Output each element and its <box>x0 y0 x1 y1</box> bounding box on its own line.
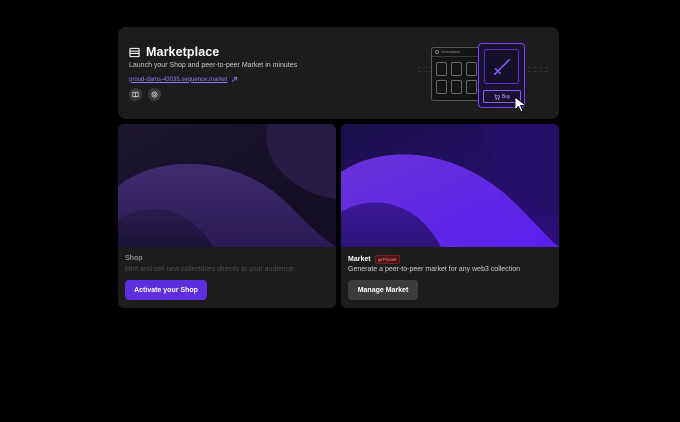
storefront-icon <box>129 47 140 57</box>
activate-shop-button[interactable]: Activate your Shop <box>125 280 207 300</box>
illustration-buy-label: Buy <box>501 93 511 100</box>
page-title: Marketplace <box>146 45 220 59</box>
private-badge: Private <box>374 255 400 264</box>
hero-subtitle: Launch your Shop and peer-to-peer Market… <box>129 62 298 69</box>
shop-card-title: Shop <box>125 255 143 262</box>
sword-icon <box>493 58 510 75</box>
illustration-tile <box>436 62 447 76</box>
hero-action-buttons <box>129 88 161 101</box>
cursor-arrow-icon <box>514 96 528 113</box>
illustration-item-art <box>484 49 519 84</box>
decorative-dash-right <box>528 67 548 72</box>
market-banner-graphic <box>341 124 559 247</box>
illustration-tile <box>436 80 447 94</box>
illustration-tile <box>451 80 462 94</box>
window-dot-icon <box>435 50 439 54</box>
market-url-text[interactable]: proud-dams-43035.sequence.market <box>129 77 227 83</box>
marketplace-hero-card: Marketplace Launch your Shop and peer-to… <box>118 27 559 119</box>
docs-button[interactable] <box>129 88 142 101</box>
marketplace-illustration: Marketplace Buy <box>418 41 558 119</box>
private-badge-label: Private <box>382 257 397 262</box>
illustration-tile <box>466 62 477 76</box>
market-card-description: Generate a peer-to-peer market for any w… <box>348 266 520 273</box>
shop-banner-graphic <box>118 124 336 247</box>
website-button[interactable] <box>148 88 161 101</box>
manage-market-button[interactable]: Manage Market <box>348 280 418 300</box>
external-link-icon[interactable] <box>231 76 238 83</box>
shop-card-description: Mint and sell new collectibles directly … <box>125 266 294 273</box>
book-icon <box>132 91 139 98</box>
cart-icon <box>493 94 500 100</box>
market-banner-image <box>341 124 559 247</box>
market-card: Market Private Generate a peer-to-peer m… <box>341 124 559 308</box>
illustration-tile <box>451 62 462 76</box>
market-url-link[interactable]: proud-dams-43035.sequence.market <box>129 76 238 83</box>
illustration-window-label: Marketplace <box>441 50 461 54</box>
illustration-tile <box>466 80 477 94</box>
hero-title-row: Marketplace <box>129 45 219 59</box>
market-card-title-row: Market Private <box>348 255 400 264</box>
globe-icon <box>151 91 158 98</box>
eye-off-icon <box>377 257 382 262</box>
shop-banner-image <box>118 124 336 247</box>
market-card-title: Market <box>348 256 371 263</box>
shop-card: Shop Mint and sell new collectibles dire… <box>118 124 336 308</box>
